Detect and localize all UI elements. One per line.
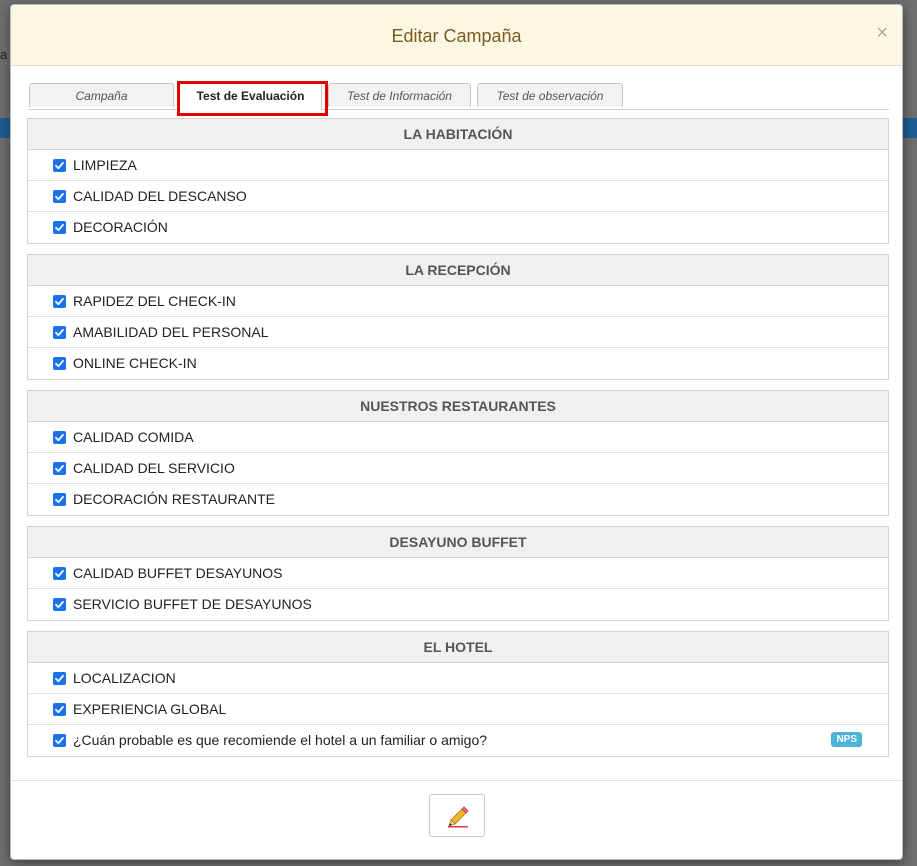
tab-test-evaluacion[interactable]: Test de Evaluación bbox=[179, 83, 322, 110]
item-checkbox[interactable] bbox=[53, 672, 66, 685]
checkmark-icon bbox=[55, 569, 64, 578]
pencil-icon bbox=[448, 806, 469, 828]
modal-header: Editar Campaña × bbox=[11, 5, 902, 66]
edit-button[interactable] bbox=[429, 794, 485, 837]
modal-title: Editar Campaña bbox=[391, 26, 522, 46]
item-label: RAPIDEZ DEL CHECK-IN bbox=[73, 293, 236, 309]
item-checkbox[interactable] bbox=[53, 190, 66, 203]
section-4: EL HOTEL LOCALIZACION EXPERIENCIA GLOBAL ¿C… bbox=[27, 631, 889, 757]
item-label: AMABILIDAD DEL PERSONAL bbox=[73, 324, 269, 340]
tab-test-observacion[interactable]: Test de observación bbox=[477, 83, 623, 107]
section-title: EL HOTEL bbox=[28, 632, 888, 663]
section-1: LA RECEPCIÓN RAPIDEZ DEL CHECK-IN AMABILID… bbox=[27, 254, 889, 380]
item-label: DECORACIÓN RESTAURANTE bbox=[73, 491, 275, 507]
checkmark-icon bbox=[55, 705, 64, 714]
item-label: SERVICIO BUFFET DE DESAYUNOS bbox=[73, 596, 312, 612]
item-label: EXPERIENCIA GLOBAL bbox=[73, 701, 227, 717]
edit-campaign-modal: Editar Campaña × Campaña Test de Evaluac… bbox=[10, 4, 903, 860]
item-checkbox[interactable] bbox=[53, 431, 66, 444]
list-item: CALIDAD DEL DESCANSO bbox=[28, 181, 888, 212]
section-title: NUESTROS RESTAURANTES bbox=[28, 391, 888, 422]
list-item: LIMPIEZA bbox=[28, 150, 888, 181]
checkmark-icon bbox=[55, 495, 64, 504]
tab-bar: Campaña Test de Evaluación Test de Infor… bbox=[29, 83, 889, 110]
item-label: ¿Cuán probable es que recomiende el hote… bbox=[73, 732, 488, 748]
checkmark-icon bbox=[55, 736, 64, 745]
item-label: DECORACIÓN bbox=[73, 219, 168, 235]
list-item: LOCALIZACION bbox=[28, 663, 888, 694]
item-label: CALIDAD DEL SERVICIO bbox=[73, 460, 235, 476]
section-0: LA HABITACIÓN LIMPIEZA CALIDAD DEL DESCANS… bbox=[27, 118, 889, 244]
item-label: CALIDAD BUFFET DESAYUNOS bbox=[73, 565, 283, 581]
section-title: DESAYUNO BUFFET bbox=[28, 527, 888, 558]
tab-campana[interactable]: Campaña bbox=[29, 83, 174, 107]
item-checkbox[interactable] bbox=[53, 295, 66, 308]
item-label: CALIDAD DEL DESCANSO bbox=[73, 188, 247, 204]
item-label: ONLINE CHECK-IN bbox=[73, 355, 197, 371]
background-text: a bbox=[0, 47, 8, 62]
item-label: LOCALIZACION bbox=[73, 670, 176, 686]
checkmark-icon bbox=[55, 674, 64, 683]
checkmark-icon bbox=[55, 328, 64, 337]
checkmark-icon bbox=[55, 359, 64, 368]
checkmark-icon bbox=[55, 464, 64, 473]
list-item: CALIDAD DEL SERVICIO bbox=[28, 453, 888, 484]
item-checkbox[interactable] bbox=[53, 159, 66, 172]
list-item: EXPERIENCIA GLOBAL bbox=[28, 694, 888, 725]
section-title: LA RECEPCIÓN bbox=[28, 255, 888, 286]
close-button[interactable]: × bbox=[876, 23, 888, 43]
item-checkbox[interactable] bbox=[53, 598, 66, 611]
checkmark-icon bbox=[55, 223, 64, 232]
item-label: CALIDAD COMIDA bbox=[73, 429, 194, 445]
section-2: NUESTROS RESTAURANTES CALIDAD COMIDA CALID… bbox=[27, 390, 889, 516]
checkmark-icon bbox=[55, 161, 64, 170]
item-checkbox[interactable] bbox=[53, 703, 66, 716]
checkmark-icon bbox=[55, 192, 64, 201]
item-checkbox[interactable] bbox=[53, 357, 66, 370]
section-3: DESAYUNO BUFFET CALIDAD BUFFET DESAYUNOS S… bbox=[27, 526, 889, 621]
list-item: SERVICIO BUFFET DE DESAYUNOS bbox=[28, 589, 888, 620]
item-label: LIMPIEZA bbox=[73, 157, 137, 173]
list-item: DECORACIÓN RESTAURANTE bbox=[28, 484, 888, 515]
list-item: ¿Cuán probable es que recomiende el hote… bbox=[28, 725, 888, 756]
checkmark-icon bbox=[55, 297, 64, 306]
item-checkbox[interactable] bbox=[53, 326, 66, 339]
nps-badge: NPS bbox=[831, 732, 862, 747]
item-checkbox[interactable] bbox=[53, 221, 66, 234]
list-item: AMABILIDAD DEL PERSONAL bbox=[28, 317, 888, 348]
modal-footer bbox=[11, 780, 902, 859]
section-title: LA HABITACIÓN bbox=[28, 119, 888, 150]
list-item: CALIDAD BUFFET DESAYUNOS bbox=[28, 558, 888, 589]
tab-test-informacion[interactable]: Test de Información bbox=[328, 83, 471, 107]
checkmark-icon bbox=[55, 433, 64, 442]
list-item: ONLINE CHECK-IN bbox=[28, 348, 888, 379]
item-checkbox[interactable] bbox=[53, 493, 66, 506]
item-checkbox[interactable] bbox=[53, 734, 66, 747]
checkmark-icon bbox=[55, 600, 64, 609]
item-checkbox[interactable] bbox=[53, 462, 66, 475]
list-item: DECORACIÓN bbox=[28, 212, 888, 243]
item-checkbox[interactable] bbox=[53, 567, 66, 580]
list-item: RAPIDEZ DEL CHECK-IN bbox=[28, 286, 888, 317]
list-item: CALIDAD COMIDA bbox=[28, 422, 888, 453]
